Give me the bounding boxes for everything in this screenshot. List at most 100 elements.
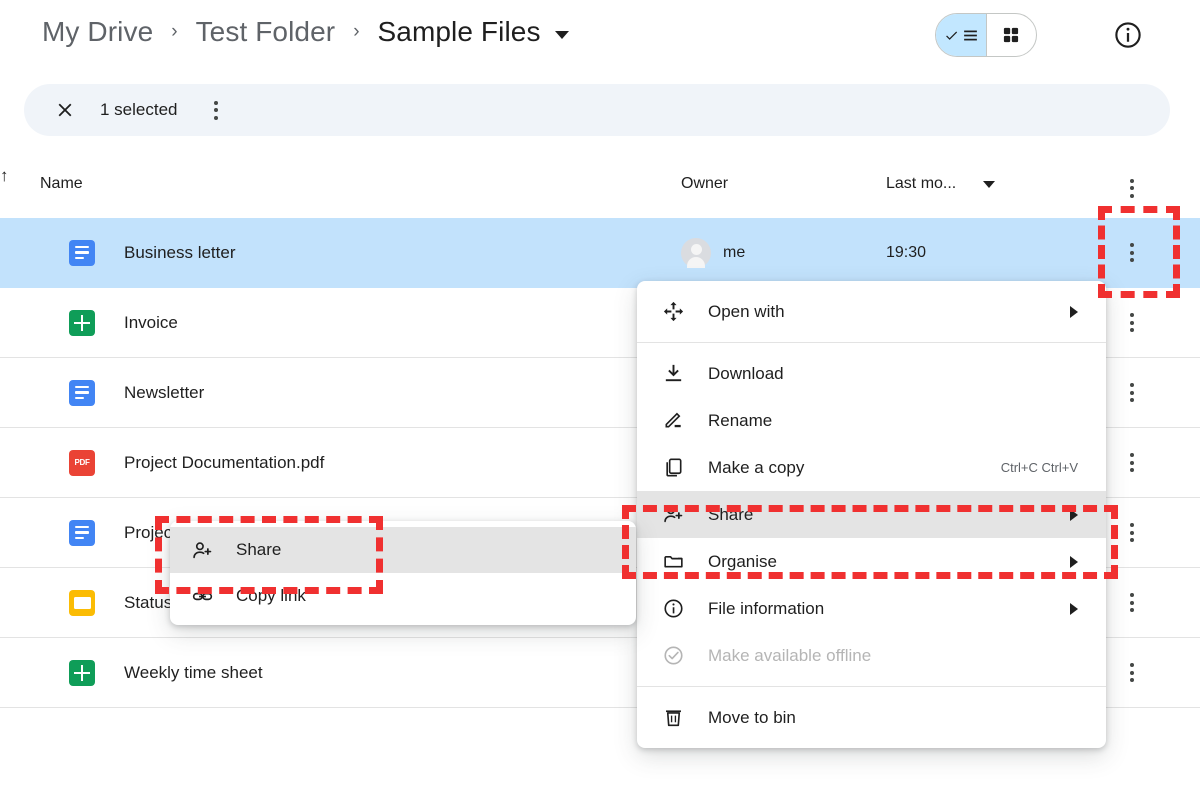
breadcrumb-item-my-drive[interactable]: My Drive bbox=[38, 14, 157, 50]
file-name-label: Weekly time sheet bbox=[124, 663, 263, 683]
file-name-label: Newsletter bbox=[124, 383, 204, 403]
file-context-menu[interactable]: Open with Download Rename Make a copyCtrl+C… bbox=[637, 281, 1106, 748]
kebab-dot bbox=[1130, 671, 1134, 675]
row-more-actions-button[interactable] bbox=[1122, 242, 1142, 264]
link-icon bbox=[189, 583, 215, 609]
list-view-button[interactable] bbox=[936, 14, 986, 56]
download-icon bbox=[662, 362, 685, 385]
row-more-actions-button[interactable] bbox=[1122, 382, 1142, 404]
kebab-dot bbox=[1130, 391, 1134, 395]
toggle-divider bbox=[986, 14, 987, 57]
column-header-last-modified[interactable]: Last mo... bbox=[886, 175, 956, 193]
menu-item-label: File information bbox=[708, 599, 824, 619]
check-icon bbox=[944, 28, 959, 43]
file-name-label: Invoice bbox=[124, 313, 178, 333]
google-sheets-icon bbox=[69, 310, 95, 336]
selection-more-button[interactable] bbox=[206, 99, 226, 121]
menu-item-label: Share bbox=[708, 505, 753, 525]
rename-icon bbox=[662, 409, 685, 432]
offline-icon bbox=[660, 643, 686, 669]
menu-item-rename[interactable]: Rename bbox=[637, 397, 1106, 444]
link-icon bbox=[191, 585, 214, 608]
kebab-dot bbox=[1130, 468, 1134, 472]
menu-item-make-a-copy[interactable]: Make a copyCtrl+C Ctrl+V bbox=[637, 444, 1106, 491]
menu-item-label: Make a copy bbox=[708, 458, 804, 478]
column-header-name[interactable]: Name bbox=[40, 175, 83, 193]
kebab-dot bbox=[1130, 328, 1134, 332]
google-slides-icon bbox=[69, 590, 95, 616]
menu-item-label: Rename bbox=[708, 411, 772, 431]
google-docs-icon bbox=[69, 520, 95, 546]
kebab-dot bbox=[1130, 593, 1134, 597]
kebab-dot bbox=[1130, 461, 1134, 465]
file-type-icon bbox=[69, 590, 95, 616]
row-more-actions-button[interactable] bbox=[1122, 592, 1142, 614]
row-more-actions-button[interactable] bbox=[1122, 522, 1142, 544]
sort-ascending-icon[interactable]: ↑ bbox=[0, 166, 9, 185]
drive-file-list-page: My Drive › Test Folder › Sample Files bbox=[0, 0, 1200, 800]
info-icon bbox=[662, 597, 685, 620]
menu-item-move-to-bin[interactable]: Move to bin bbox=[637, 694, 1106, 741]
row-more-actions-button[interactable] bbox=[1122, 662, 1142, 684]
kebab-dot bbox=[1130, 186, 1134, 190]
folder-icon bbox=[660, 549, 686, 575]
share-icon bbox=[189, 537, 215, 563]
file-type-icon: PDF bbox=[69, 450, 95, 476]
google-docs-icon bbox=[69, 240, 95, 266]
submenu-arrow-icon bbox=[1070, 509, 1078, 521]
row-more-actions-button[interactable] bbox=[1122, 452, 1142, 474]
submenu-item-share[interactable]: Share bbox=[170, 527, 636, 573]
share-submenu[interactable]: Share Copy link bbox=[170, 521, 636, 625]
page-header: My Drive › Test Folder › Sample Files bbox=[0, 0, 1200, 72]
column-header-owner[interactable]: Owner bbox=[681, 175, 728, 193]
menu-item-file-information[interactable]: File information bbox=[637, 585, 1106, 632]
file-type-icon bbox=[69, 520, 95, 546]
row-more-actions-button[interactable] bbox=[1122, 312, 1142, 334]
trash-icon bbox=[662, 706, 685, 729]
chevron-down-icon[interactable] bbox=[983, 181, 995, 188]
view-mode-toggle[interactable] bbox=[935, 13, 1037, 57]
share-icon bbox=[662, 503, 685, 526]
table-row[interactable]: Business letterme19:30 bbox=[0, 218, 1200, 288]
grid-icon bbox=[1001, 25, 1021, 45]
menu-item-share[interactable]: Share bbox=[637, 491, 1106, 538]
file-type-icon bbox=[69, 240, 95, 266]
menu-item-download[interactable]: Download bbox=[637, 350, 1106, 397]
kebab-dot bbox=[1130, 531, 1134, 535]
submenu-item-label: Share bbox=[236, 540, 281, 560]
kebab-dot bbox=[1130, 398, 1134, 402]
file-owner-label: me bbox=[723, 244, 745, 262]
kebab-dot bbox=[214, 108, 218, 112]
file-type-icon bbox=[69, 380, 95, 406]
file-modified-label: 19:30 bbox=[886, 244, 926, 262]
avatar bbox=[681, 238, 711, 268]
submenu-arrow-icon bbox=[1070, 603, 1078, 615]
kebab-dot bbox=[1130, 258, 1134, 262]
menu-item-label: Make available offline bbox=[708, 646, 871, 666]
menu-item-make-available-offline: Make available offline bbox=[637, 632, 1106, 679]
grid-view-button[interactable] bbox=[986, 14, 1036, 56]
file-type-icon bbox=[69, 310, 95, 336]
file-type-icon bbox=[69, 660, 95, 686]
download-icon bbox=[660, 361, 686, 387]
breadcrumb-item-sample-files[interactable]: Sample Files bbox=[374, 14, 545, 50]
menu-item-organise[interactable]: Organise bbox=[637, 538, 1106, 585]
clear-selection-button[interactable] bbox=[54, 99, 76, 121]
menu-item-label: Open with bbox=[708, 302, 785, 322]
kebab-dot bbox=[1130, 194, 1134, 198]
rename-icon bbox=[660, 408, 686, 434]
trash-icon bbox=[660, 705, 686, 731]
chevron-down-icon[interactable] bbox=[555, 31, 569, 39]
submenu-item-copy-link[interactable]: Copy link bbox=[170, 573, 636, 619]
info-icon bbox=[1113, 20, 1143, 50]
column-options-button[interactable] bbox=[1122, 177, 1142, 199]
menu-divider bbox=[637, 342, 1106, 343]
menu-item-open-with[interactable]: Open with bbox=[637, 288, 1106, 335]
details-info-button[interactable] bbox=[1113, 20, 1143, 50]
kebab-dot bbox=[214, 116, 218, 120]
column-headers: Name ↑ Owner Last mo... bbox=[0, 166, 1200, 210]
kebab-dot bbox=[1130, 313, 1134, 317]
list-icon bbox=[962, 27, 979, 44]
breadcrumb-item-test-folder[interactable]: Test Folder bbox=[192, 14, 340, 50]
kebab-dot bbox=[1130, 523, 1134, 527]
